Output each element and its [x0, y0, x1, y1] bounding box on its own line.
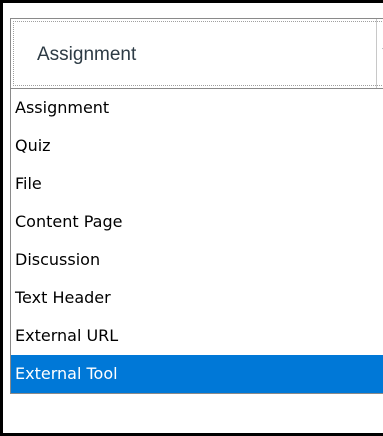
option-quiz[interactable]: Quiz — [11, 127, 383, 165]
option-file[interactable]: File — [11, 165, 383, 203]
screenshot-frame: Assignment Assignment Quiz File Content … — [0, 0, 383, 436]
option-external-url[interactable]: External URL — [11, 317, 383, 355]
option-content-page[interactable]: Content Page — [11, 203, 383, 241]
options-list: Assignment Quiz File Content Page Discus… — [10, 89, 383, 394]
option-assignment[interactable]: Assignment — [11, 89, 383, 127]
option-discussion[interactable]: Discussion — [11, 241, 383, 279]
option-external-tool[interactable]: External Tool — [11, 355, 383, 393]
option-text-header[interactable]: Text Header — [11, 279, 383, 317]
dropdown-toggle[interactable] — [376, 19, 383, 88]
select-value: Assignment — [37, 44, 137, 65]
item-type-select[interactable]: Assignment — [10, 18, 383, 89]
